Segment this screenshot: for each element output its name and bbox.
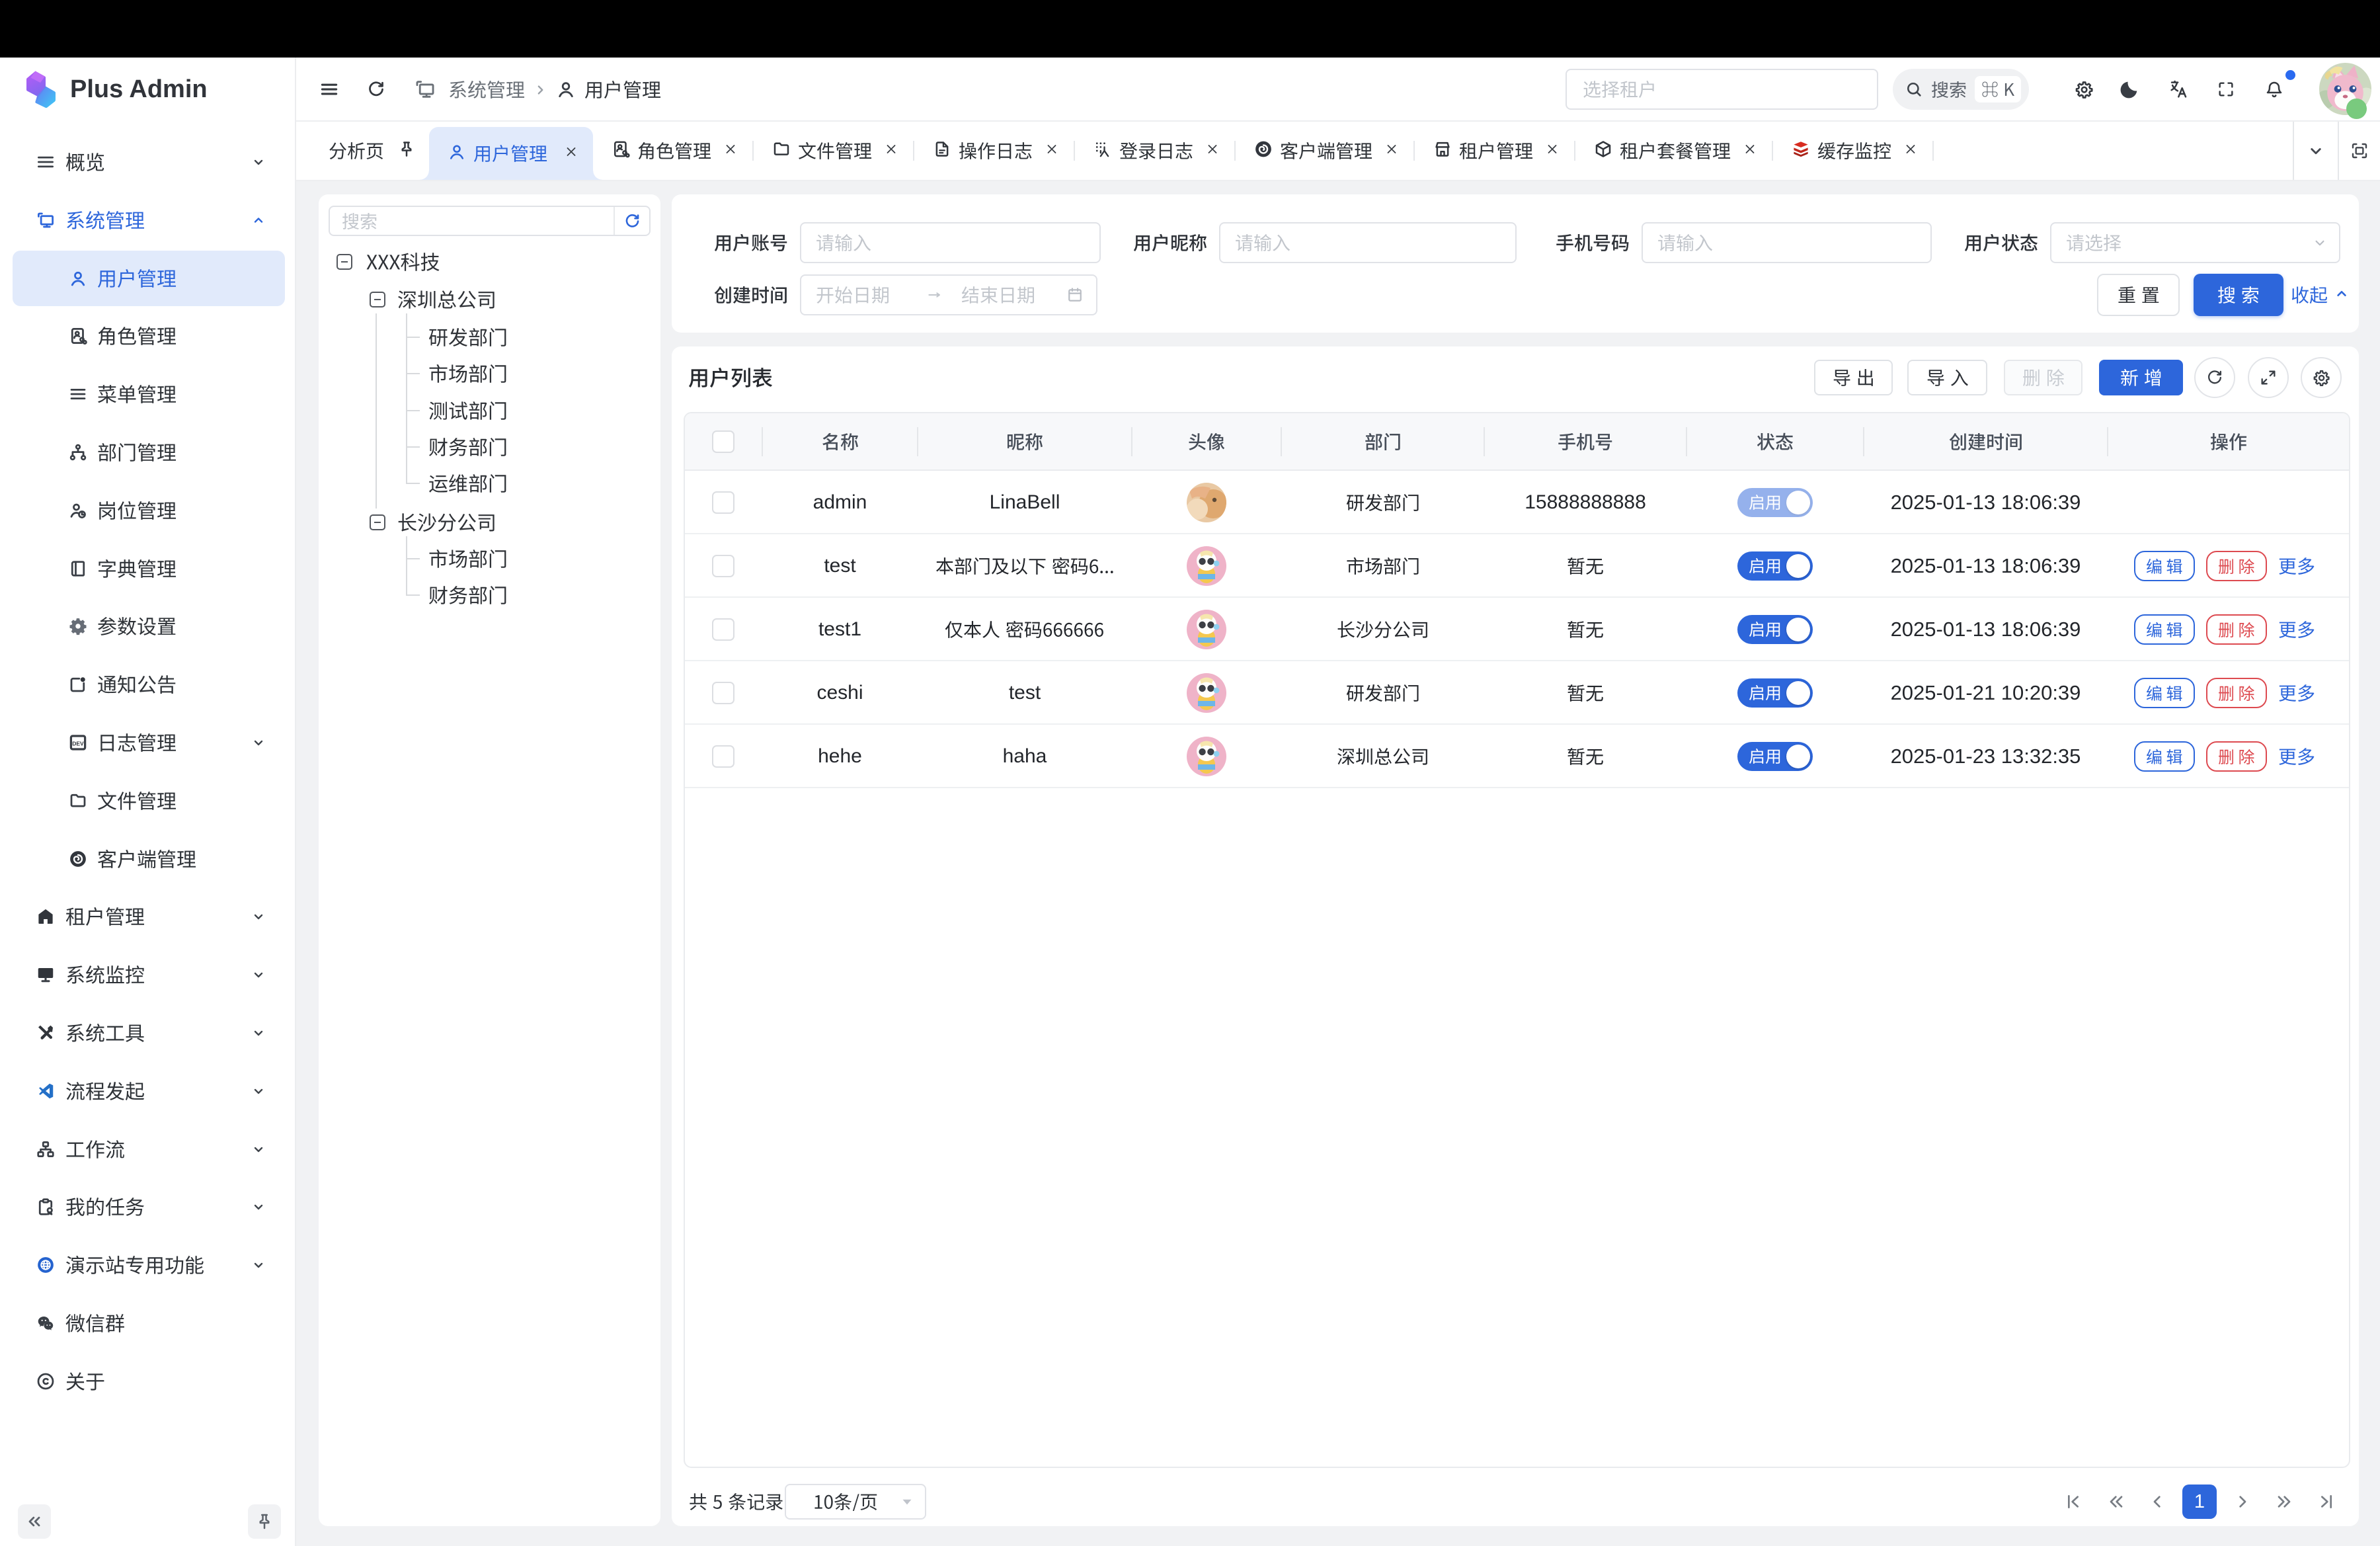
svg-text:DEV: DEV [72,740,84,747]
